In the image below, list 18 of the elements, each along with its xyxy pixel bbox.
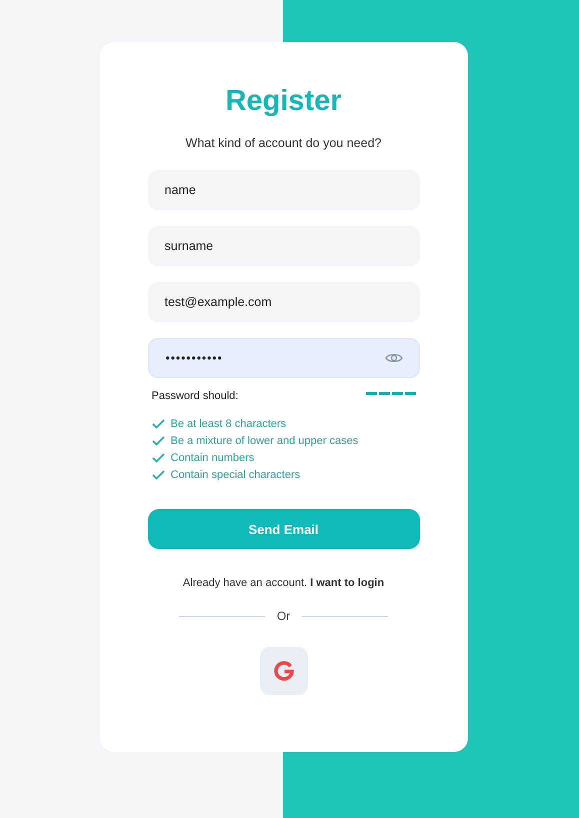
requirement-text: Contain numbers xyxy=(170,452,254,464)
strength-meter xyxy=(366,392,416,394)
requirement-text: Contain special characters xyxy=(170,469,300,481)
eye-icon[interactable] xyxy=(384,351,402,365)
password-hint-label: Password should: xyxy=(152,390,238,402)
title: Register xyxy=(225,85,342,118)
input-field[interactable]: surname xyxy=(148,226,420,266)
login-link[interactable]: I want to login xyxy=(310,577,384,589)
requirement-text: Be at least 8 characters xyxy=(170,418,286,430)
input-field[interactable]: name xyxy=(148,170,420,210)
input-field[interactable]: test@example.com xyxy=(148,282,420,322)
google-logo-icon xyxy=(274,661,294,681)
input-field[interactable]: ••••••••••• xyxy=(148,338,420,378)
requirement-text: Be a mixture of lower and upper cases xyxy=(170,435,358,447)
subtitle: What kind of account do you need? xyxy=(186,136,382,150)
google-button[interactable] xyxy=(260,647,308,695)
divider-label: Or xyxy=(276,609,290,623)
login-prompt: Already have an account. I want to login xyxy=(182,577,384,589)
